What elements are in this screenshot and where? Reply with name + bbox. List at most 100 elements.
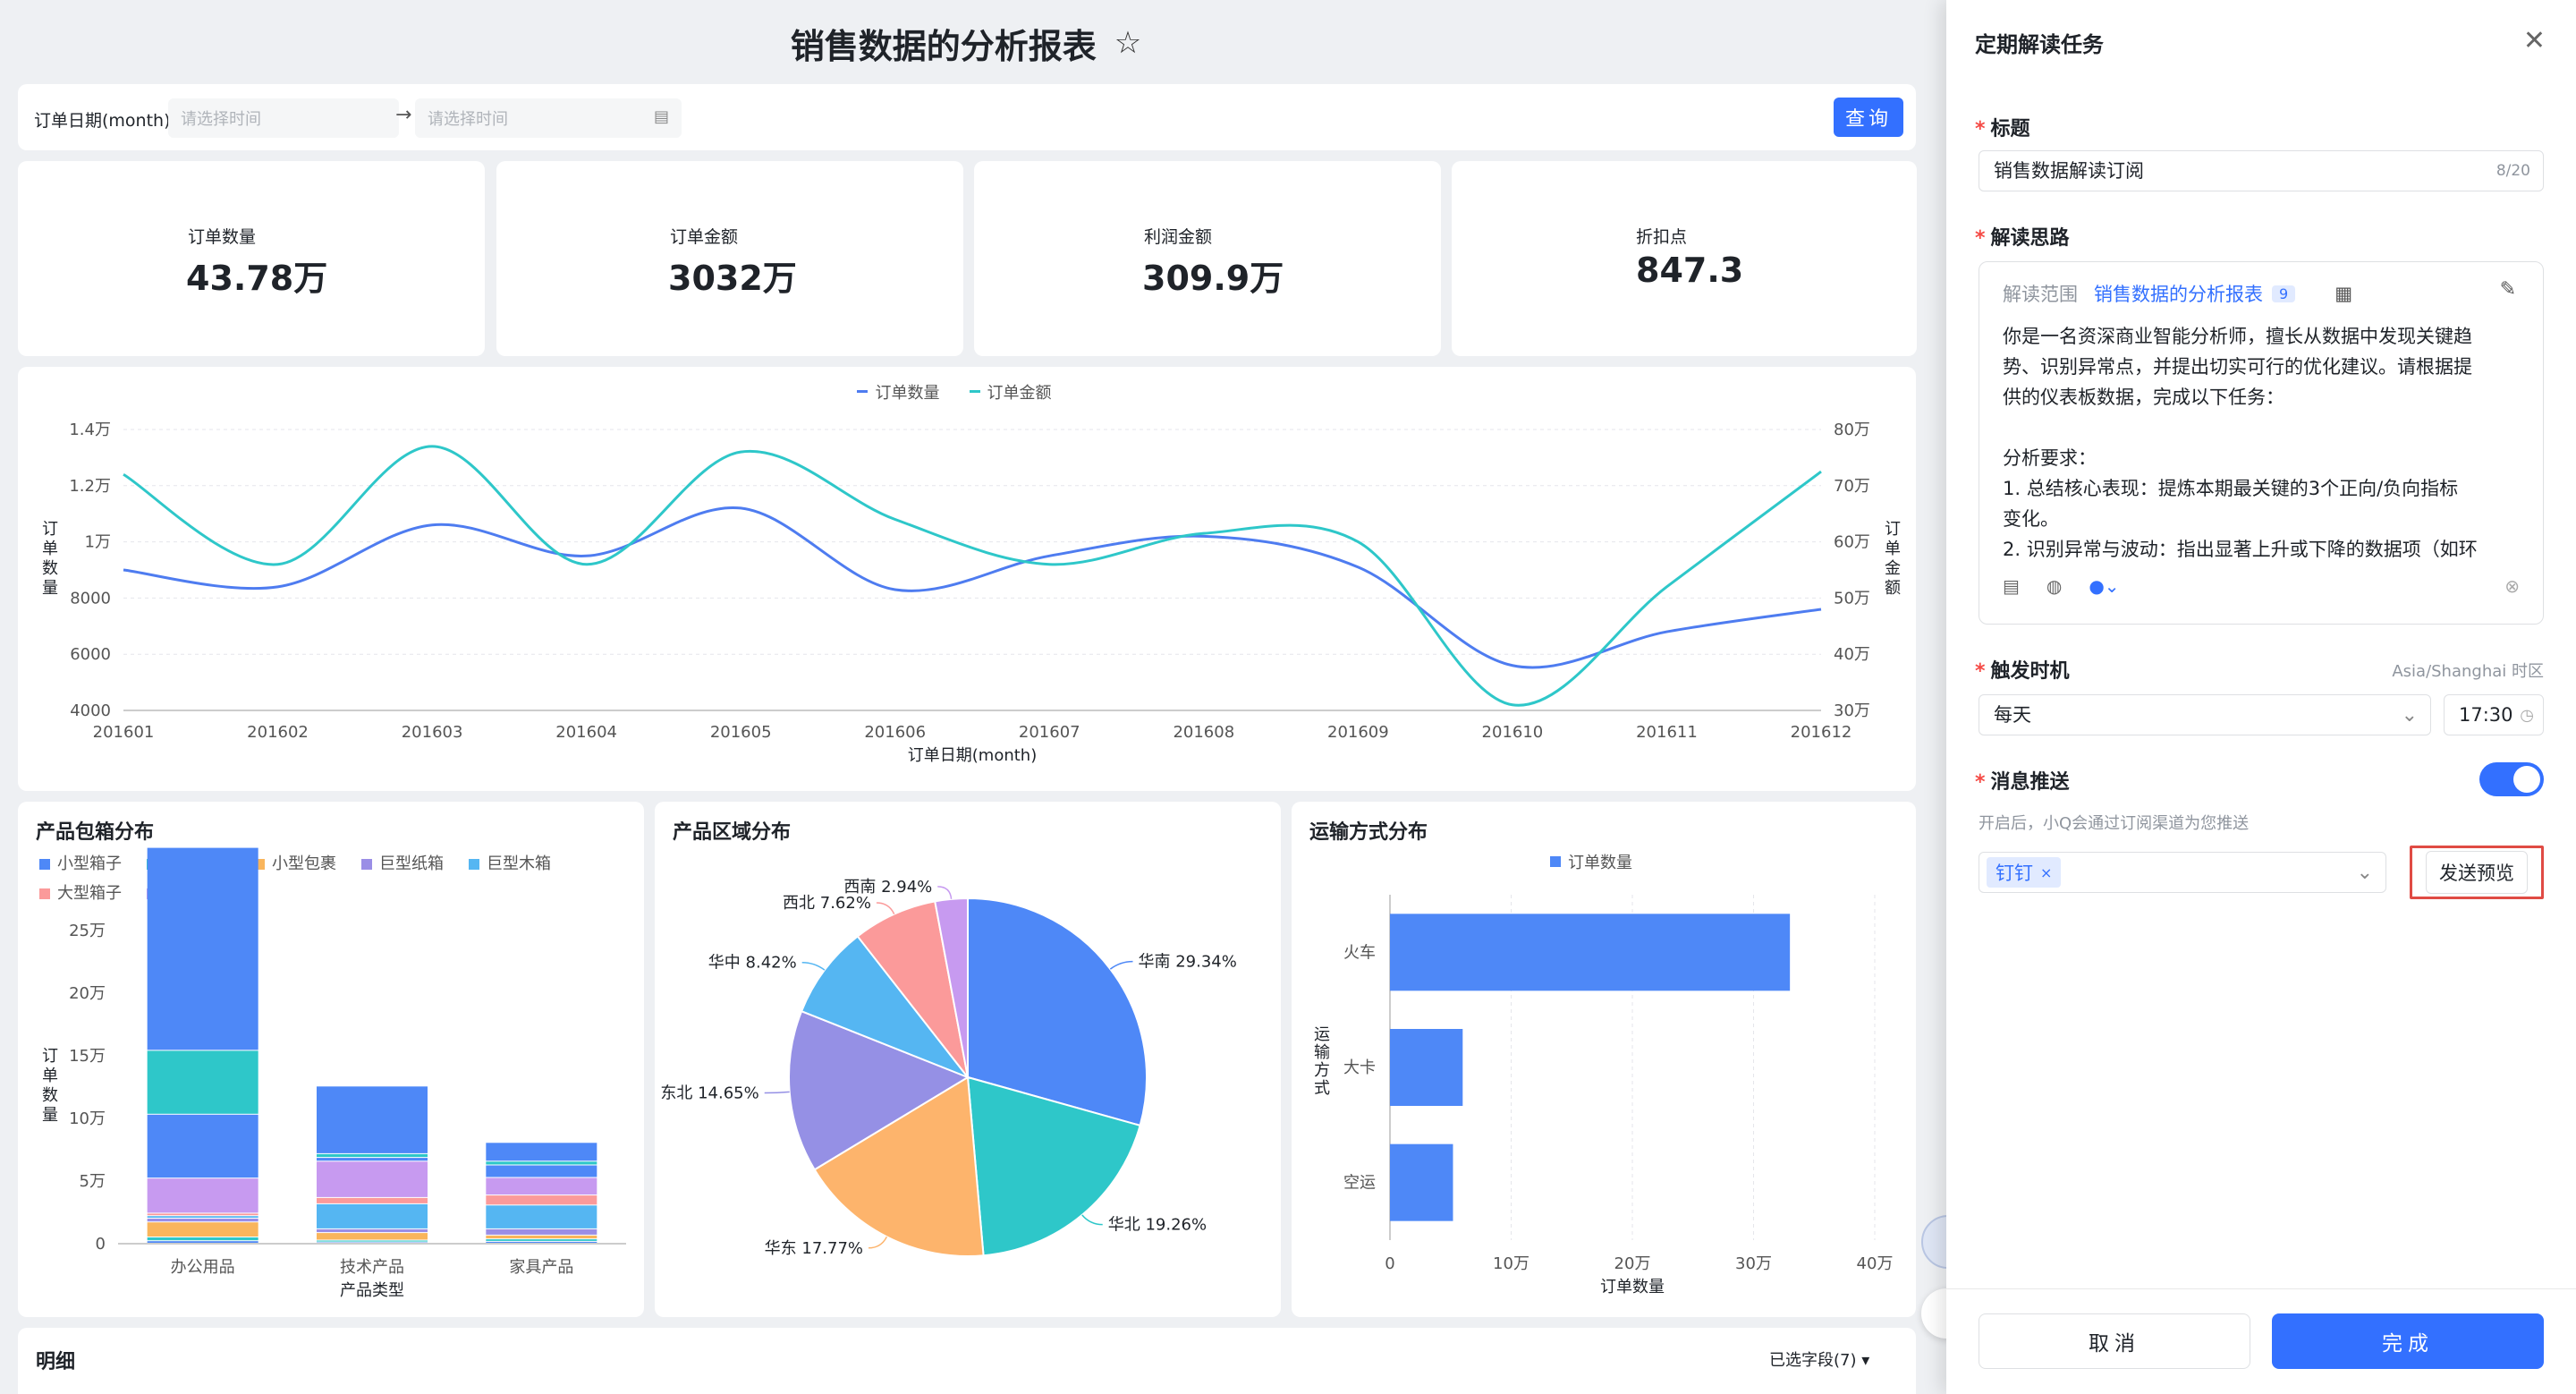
- pie-leader-line: [937, 886, 953, 899]
- x-tick-label: 201611: [1636, 723, 1698, 742]
- calendar-icon: ▤: [653, 107, 669, 126]
- close-icon[interactable]: ✕: [2523, 25, 2546, 56]
- y2-axis-label: 订单金额: [1885, 520, 1901, 598]
- arrow-right-icon: →: [395, 104, 412, 126]
- y2-tick-label: 30万: [1834, 701, 1870, 720]
- x-tick-label: 201603: [402, 723, 463, 742]
- y-tick-label: 5万: [80, 1172, 106, 1191]
- bar-segment: [147, 1222, 258, 1237]
- time-picker[interactable]: 17:30 ◷: [2444, 694, 2544, 735]
- query-button[interactable]: 查询: [1834, 98, 1903, 137]
- bar-segment: [317, 1086, 428, 1153]
- kpi-label: 订单数量: [188, 227, 257, 247]
- y2-tick-label: 70万: [1834, 477, 1870, 496]
- x-tick-label: 办公用品: [171, 1258, 235, 1277]
- end-date-input[interactable]: 请选择时间 ▤: [415, 98, 682, 138]
- time-value: 17:30: [2459, 704, 2513, 726]
- x-tick-label: 201606: [864, 723, 926, 742]
- prompt-box[interactable]: 解读范围 销售数据的分析报表 9 ▦ ✎ 你是一名资深商业智能分析师，擅长从数据…: [1979, 261, 2544, 625]
- push-field-label: * 消息推送: [1975, 771, 2070, 794]
- y-tick-label: 0: [96, 1235, 106, 1254]
- bar: [1390, 1143, 1453, 1221]
- x-tick-label: 201608: [1173, 723, 1234, 742]
- y-axis-label: 运输方式: [1314, 1025, 1330, 1098]
- doc-icon[interactable]: ▤: [2003, 575, 2020, 597]
- pie-leader-line: [876, 902, 895, 915]
- tag-close-icon[interactable]: ×: [2040, 864, 2052, 881]
- kpi-value: 309.9万: [1142, 259, 1284, 298]
- y-tick-label: 火车: [1343, 943, 1376, 962]
- prompt-line: [2003, 412, 2530, 443]
- bar-segment: [486, 1205, 597, 1228]
- frequency-select[interactable]: 每天 ⌄: [1979, 694, 2431, 735]
- selected-fields-dropdown[interactable]: 已选字段(7) ▾: [1769, 1347, 1869, 1371]
- start-date-input[interactable]: 请选择时间: [168, 98, 399, 138]
- kpi-label: 利润金额: [1144, 227, 1213, 247]
- channel-tag: 钉钉 ×: [1987, 857, 2062, 888]
- pie-leader-line: [801, 961, 826, 971]
- pie-label: 华东 17.77%: [765, 1239, 863, 1258]
- y2-tick-label: 60万: [1834, 533, 1870, 552]
- filter-bar: 订单日期(month) 请选择时间 → 请选择时间 ▤ 查询: [18, 84, 1916, 150]
- cancel-button[interactable]: 取消: [1979, 1313, 2250, 1369]
- x-tick-label: 201604: [555, 723, 617, 742]
- char-count: 8/20: [2496, 162, 2530, 180]
- y2-tick-label: 40万: [1834, 645, 1870, 664]
- bar: [1390, 1029, 1463, 1106]
- bar-segment: [486, 1143, 597, 1161]
- transport-bar-card: 运输方式分布 订单数量 0 10万 20万 30万 40万 火车 大卡 空运 订单数量 运输方式: [1292, 802, 1916, 1317]
- detail-card: 明细 已选字段(7) ▾: [18, 1328, 1916, 1394]
- kpi-label: 订单金额: [670, 227, 739, 247]
- y-tick-label: 1万: [85, 533, 111, 552]
- y-tick-label: 10万: [69, 1109, 106, 1128]
- channel-select[interactable]: 钉钉 × ⌄: [1979, 852, 2386, 893]
- series-line: [123, 506, 1822, 669]
- kpi-value: 847.3: [1636, 251, 1744, 290]
- horizontal-bar-chart: 0 10万 20万 30万 40万 火车大卡空运订单数量 运输方式: [1314, 895, 1893, 1296]
- model-select-icon[interactable]: ●⌄: [2089, 575, 2119, 597]
- done-button[interactable]: 完成: [2272, 1313, 2544, 1369]
- stacked-bar-chart: 0 5万 10万 15万 20万 25万办公用品 技术产品 家具产品产品类型 订单数量: [42, 847, 626, 1300]
- title-input[interactable]: 销售数据解读订阅 8/20: [1979, 150, 2544, 191]
- idea-field-label: * 解读思路: [1975, 227, 2070, 250]
- x-axis-label: 订单日期(month): [908, 746, 1037, 765]
- y2-tick-label: 80万: [1834, 421, 1870, 439]
- x-tick-label: 201607: [1019, 723, 1080, 742]
- bar-segment: [147, 1050, 258, 1114]
- bar-segment: [147, 1237, 258, 1241]
- bar-segment: [147, 1216, 258, 1218]
- y-tick-label: 1.2万: [69, 477, 111, 496]
- push-toggle[interactable]: [2479, 762, 2544, 796]
- pie-label: 西北 7.62%: [783, 894, 871, 913]
- bar-segment: [486, 1241, 597, 1243]
- trigger-field-label: * 触发时机: [1975, 660, 2070, 683]
- kpi-card-amount: 订单金额 3032万: [496, 161, 963, 356]
- prompt-line: 分析要求：: [2003, 447, 2097, 469]
- scope-label: 解读范围: [2003, 284, 2078, 305]
- report-header: 销售数据的分析报表 ☆: [0, 0, 1932, 86]
- star-icon[interactable]: ☆: [1114, 25, 1141, 61]
- send-preview-button[interactable]: 发送预览: [2410, 846, 2544, 899]
- x-tick-label: 0: [1385, 1254, 1394, 1273]
- detail-title: 明细: [36, 1351, 76, 1373]
- prompt-text[interactable]: 你是一名资深商业智能分析师，擅长从数据中发现关键趋 势、识别异常点，并提出切实可行…: [2003, 321, 2530, 565]
- x-tick-label: 201609: [1327, 723, 1389, 742]
- y-tick-label: 25万: [69, 922, 106, 940]
- clear-icon[interactable]: ⊗: [2504, 575, 2520, 597]
- bar-segment: [317, 1233, 428, 1240]
- filter-label: 订单日期(month): [34, 111, 171, 131]
- bar-segment: [486, 1161, 597, 1165]
- palette-icon[interactable]: ◍: [2046, 575, 2062, 597]
- pie-leader-line: [1109, 960, 1133, 970]
- drawer-title: 定期解读任务: [1975, 32, 2104, 57]
- scope-link[interactable]: 销售数据的分析报表: [2094, 280, 2263, 307]
- frequency-value: 每天: [1994, 704, 2031, 726]
- kpi-label: 折扣点: [1636, 227, 1688, 247]
- bar-segment: [317, 1203, 428, 1228]
- end-date-placeholder: 请选择时间: [428, 110, 508, 129]
- prompt-line: 1. 总结核心表现：提炼本期最关键的3个正向/负向指标: [2003, 478, 2459, 499]
- prompt-toolbar: ▤ ◍ ●⌄: [2003, 575, 2120, 597]
- table-icon[interactable]: ▦: [2334, 283, 2352, 304]
- y-tick-label: 大卡: [1343, 1058, 1376, 1077]
- edit-icon[interactable]: ✎: [2500, 278, 2516, 301]
